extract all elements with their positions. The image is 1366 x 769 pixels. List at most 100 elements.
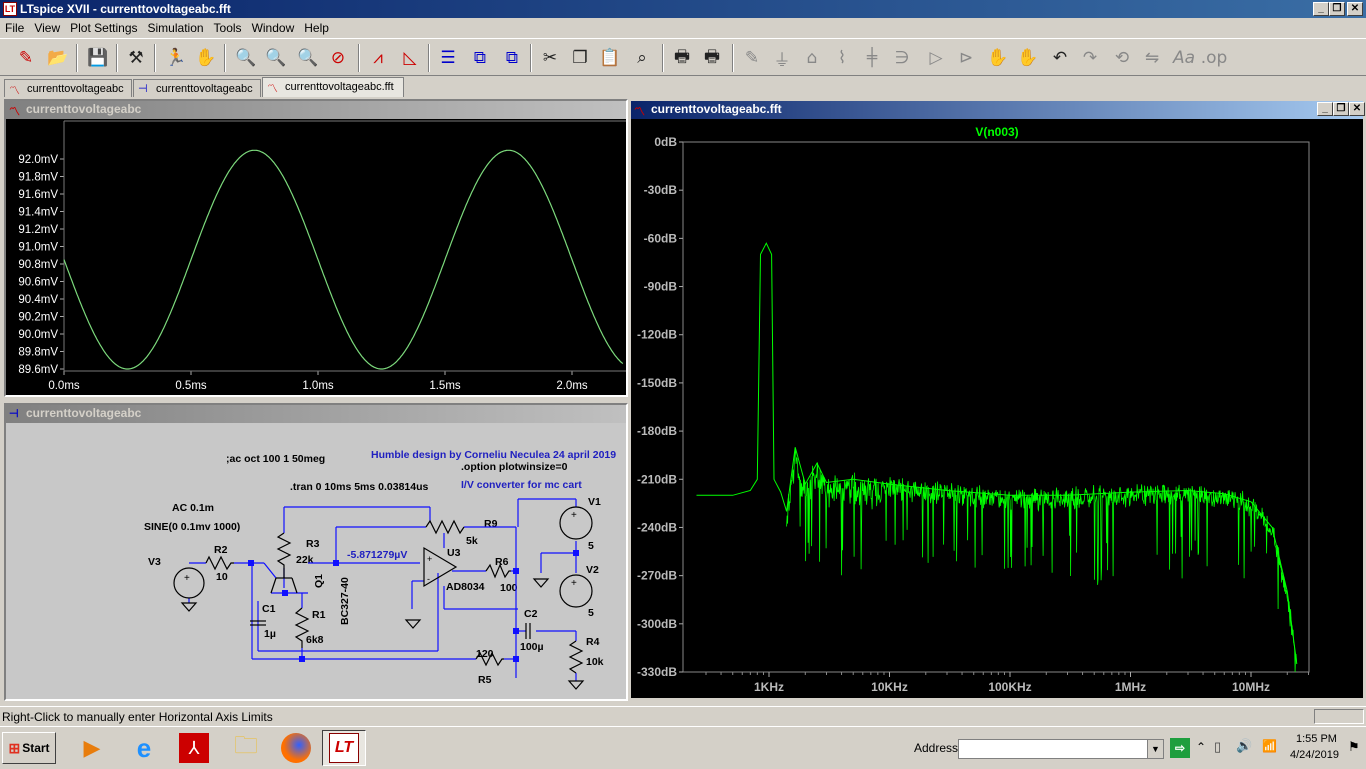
redo-icon[interactable]: ↷ [1076,44,1104,72]
tab-transient-plot[interactable]: 〽 currenttovoltageabc [4,79,132,97]
status-message: Right-Click to manually enter Horizontal… [2,710,273,724]
toolbar-separator [358,44,360,72]
label-icon[interactable]: ⌂ [798,44,826,72]
clock-time[interactable]: 1:55 PM [1296,733,1337,745]
print-icon[interactable]: 🖶 [668,44,696,72]
ac-directive[interactable]: ;ac oct 100 1 50meg [226,453,325,465]
paste-icon[interactable]: 📋 [596,44,624,72]
ground-icon[interactable]: ⏚ [768,44,796,72]
clock-date[interactable]: 4/24/2019 [1290,749,1339,761]
toolbar-separator [154,44,156,72]
file-explorer-icon[interactable]: 🗀 [224,730,268,766]
find-icon[interactable]: ⌕ [628,44,656,72]
fft-ytick-label: -60dB [644,231,678,245]
transient-plot-area[interactable]: 92.0mV 91.8mV 91.6mV 91.4mV 91.2mV 91.0mV 90.8… [6,119,626,395]
acrobat-reader-icon[interactable]: ⅄ [172,730,216,766]
copy-icon[interactable]: ❐ [566,44,594,72]
schematic-canvas[interactable]: ;ac oct 100 1 50meg Humble design by Cor… [6,423,626,699]
v3-ac-value: AC 0.1m [172,502,214,514]
resistor-icon[interactable]: ⌇ [828,44,856,72]
minimize-button[interactable]: _ [1313,2,1329,16]
open-icon[interactable]: 📂 [44,44,72,72]
q1-label: Q1 [313,574,325,588]
r6-value: 100 [500,582,518,594]
fft-plot-titlebar: 〽 currenttovoltageabc.fft _ ❐ ✕ [631,101,1365,119]
option-directive[interactable]: .option plotwinsize=0 [461,461,568,473]
fft-minimize-button[interactable]: _ [1317,102,1333,116]
tab-fft-plot[interactable]: 〽 currenttovoltageabc.fft [262,77,404,97]
run-icon[interactable]: 🏃 [162,44,190,72]
cut-icon[interactable]: ✂ [536,44,564,72]
show-hidden-icons-icon[interactable]: ⌃ [1196,740,1206,754]
address-input[interactable]: ▼ [958,739,1164,759]
firefox-icon[interactable] [274,730,318,766]
save-icon[interactable]: 💾 [84,44,112,72]
cascade-icon[interactable]: ⧉ [498,44,526,72]
component-icon[interactable]: ⊳ [952,44,980,72]
waveform-icon: 〽 [267,83,278,95]
transient-ytick-label: 91.0mV [18,242,58,254]
r4-label: R4 [586,636,600,648]
fft-restore-button[interactable]: ❐ [1333,102,1349,116]
move-icon[interactable]: ✋ [984,44,1012,72]
zoom-out-icon[interactable]: 🔍 [294,44,322,72]
tile-horizontal-icon[interactable]: ☰ [434,44,462,72]
credit-comment[interactable]: Humble design by Corneliu Neculea 24 apr… [371,449,616,461]
u3-value: AD8034 [446,581,485,593]
tray-device-icon[interactable]: ▯ [1214,739,1221,755]
text-icon[interactable]: Aa [1170,44,1198,72]
scale-icon[interactable]: ◺ [396,44,424,72]
menu-plot-settings[interactable]: Plot Settings [65,18,142,35]
network-icon[interactable]: 📶 [1262,739,1277,753]
menu-simulation[interactable]: Simulation [143,18,209,35]
fft-plot-area[interactable]: V(n003) 0dB -30dB -60dB -90dB -120dB -150dB -1… [631,119,1363,698]
spice-directive-icon[interactable]: .op [1200,44,1228,72]
volume-icon[interactable]: 🔊 [1236,738,1252,754]
diode-icon[interactable]: ▷ [922,44,950,72]
tran-directive[interactable]: .tran 0 10ms 5ms 0.03814us [290,481,429,493]
restore-button[interactable]: ❐ [1329,2,1345,16]
menu-window[interactable]: Window [247,18,300,35]
draw-wire-icon[interactable]: ✎ [738,44,766,72]
halt-icon[interactable]: ✋ [192,44,220,72]
autoscale-icon[interactable]: ⩘ [364,44,392,72]
rotate-icon[interactable]: ⟲ [1108,44,1136,72]
fft-ytick-label: -90dB [644,280,678,294]
notification-flag-icon[interactable]: ⚑ [1348,739,1360,755]
zoom-fit-icon[interactable]: ⊘ [324,44,352,72]
toolbar-separator [76,44,78,72]
capacitor-icon[interactable]: ╪ [858,44,886,72]
tile-vertical-icon[interactable]: ⧉ [466,44,494,72]
transient-ytick-label: 92.0mV [18,154,58,166]
c2-label: C2 [524,608,538,620]
tab-schematic[interactable]: ⊣ currenttovoltageabc [133,79,261,97]
new-schematic-icon[interactable]: ✎ [12,44,40,72]
description-comment[interactable]: I/V converter for mc cart [461,479,582,491]
zoom-in-icon[interactable]: 🔍 [232,44,260,72]
menu-tools[interactable]: Tools [209,18,247,35]
ltspice-taskbar-icon[interactable]: LT [322,730,366,766]
internet-explorer-icon[interactable]: e [122,730,166,766]
inductor-icon[interactable]: ∋ [888,44,916,72]
media-player-icon[interactable]: ▶ [70,730,114,766]
drag-icon[interactable]: ✋ [1014,44,1042,72]
status-bar: Right-Click to manually enter Horizontal… [0,706,1366,726]
transient-ytick-label: 90.0mV [18,329,58,341]
undo-icon[interactable]: ↶ [1046,44,1074,72]
zoom-pan-icon[interactable]: 🔍 [262,44,290,72]
menu-file[interactable]: File [0,18,29,35]
transient-xtick-label: 1.0ms [302,380,334,392]
close-button[interactable]: ✕ [1347,2,1363,16]
go-icon[interactable]: ⇨ [1170,738,1190,758]
menu-help[interactable]: Help [299,18,334,35]
fft-close-button[interactable]: ✕ [1349,102,1365,116]
control-panel-icon[interactable]: ⚒ [122,44,150,72]
fft-xtick-label: 1MHz [1115,680,1146,694]
start-button[interactable]: ⊞ Start [2,732,56,764]
address-dropdown-icon[interactable]: ▼ [1147,740,1163,758]
menu-view[interactable]: View [29,18,65,35]
print-setup-icon[interactable]: 🖶 [698,44,726,72]
voltage-probe-readout[interactable]: -5.871279µV [347,549,407,561]
mirror-icon[interactable]: ⇋ [1138,44,1166,72]
fft-trace-label[interactable]: V(n003) [975,125,1018,139]
